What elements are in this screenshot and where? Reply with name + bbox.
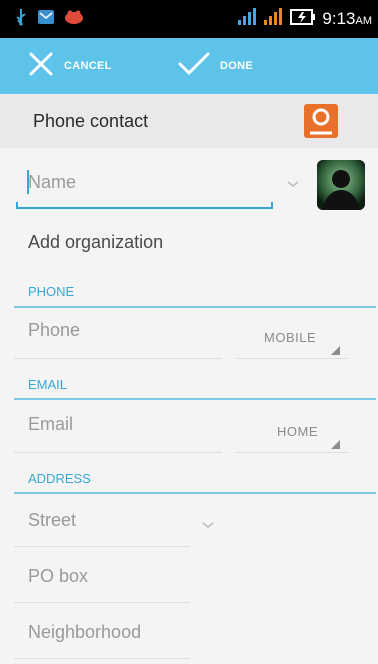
underline-tick-left (16, 202, 18, 209)
email-input[interactable]: Email (28, 414, 73, 435)
pobox-input[interactable]: PO box (28, 566, 88, 587)
add-organization-link[interactable]: Add organization (28, 232, 163, 253)
expand-address-button[interactable] (201, 517, 215, 535)
action-bar: CANCEL DONE (0, 38, 378, 94)
phone-type-dropdown-icon (331, 346, 340, 355)
expand-name-button[interactable] (286, 176, 300, 194)
email-section-divider (14, 398, 376, 400)
address-section-title: ADDRESS (28, 471, 91, 486)
cancel-label: CANCEL (64, 60, 112, 72)
underline-tick-right (271, 202, 273, 209)
status-bar: 9:13AM (0, 0, 378, 38)
cancel-button[interactable]: CANCEL (0, 38, 168, 94)
name-underline (16, 207, 273, 209)
contact-account-icon (304, 104, 338, 138)
chevron-down-icon (202, 522, 214, 528)
street-underline (14, 546, 190, 547)
usb-icon (14, 8, 28, 31)
chevron-down-icon (287, 181, 299, 187)
name-field[interactable]: Name (16, 160, 274, 212)
signal-icon (262, 7, 284, 31)
name-placeholder: Name (28, 172, 77, 192)
email-type-selector[interactable]: HOME (277, 424, 318, 439)
phone-underline (14, 358, 222, 359)
street-input[interactable]: Street (28, 510, 76, 531)
phone-section-title: PHONE (28, 284, 75, 299)
email-section-title: EMAIL (28, 377, 68, 392)
clock: 9:13AM (322, 9, 372, 28)
phone-section-divider (14, 306, 376, 308)
email-type-dropdown-icon (331, 440, 340, 449)
email-type-underline (236, 452, 348, 453)
account-label: Phone contact (33, 110, 149, 131)
contact-photo[interactable] (317, 160, 365, 210)
phone-type-underline (236, 358, 348, 359)
email-underline (14, 452, 222, 453)
email-notification-icon (38, 9, 54, 30)
checkmark-icon (178, 52, 210, 81)
neighborhood-input[interactable]: Neighborhood (28, 622, 141, 643)
done-label: DONE (220, 60, 253, 72)
phone-type-selector[interactable]: MOBILE (264, 330, 316, 345)
done-button[interactable]: DONE (168, 38, 298, 94)
address-section-divider (14, 492, 376, 494)
pobox-underline (14, 602, 190, 603)
game-notification-icon (64, 9, 84, 30)
battery-charging-icon (290, 8, 316, 30)
phone-input[interactable]: Phone (28, 320, 80, 341)
account-header[interactable]: Phone contact (0, 94, 378, 148)
close-icon (28, 51, 54, 82)
avatar-placeholder-icon (317, 160, 365, 210)
wifi-icon (236, 7, 257, 31)
neighborhood-underline (14, 658, 190, 659)
